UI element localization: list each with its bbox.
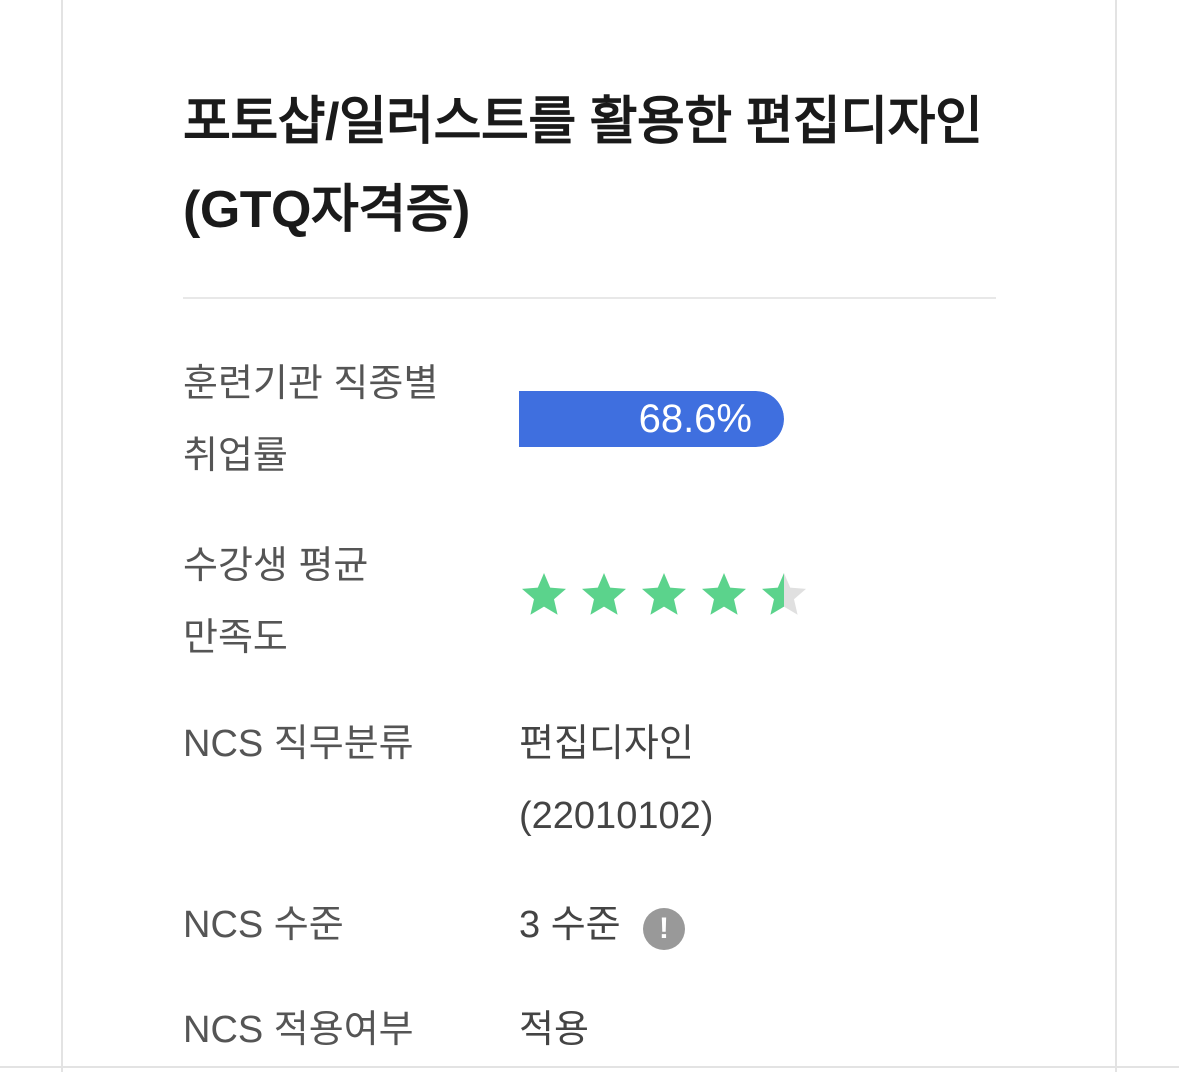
employment-rate-bar: 68.6%	[519, 391, 784, 447]
satisfaction-label: 수강생 평균 만족도	[183, 545, 369, 659]
ncs-job-label: NCS 직무분류	[183, 723, 414, 765]
frame-bottom-border	[0, 1066, 1179, 1068]
satisfaction-star-rating	[519, 570, 819, 620]
star-icon-4	[702, 573, 746, 615]
employment-rate-value: 68.6%	[638, 397, 752, 441]
star-icon-3	[642, 573, 686, 615]
employment-rate-label: 훈련기관 직종별 취업률	[183, 363, 439, 477]
ncs-applied-value: 적용	[519, 1009, 589, 1051]
course-title: 포토샵/일러스트를 활용한 편집디자인(GTQ자격증)	[183, 93, 983, 239]
frame-left-border	[61, 0, 63, 1072]
star-icon-1	[522, 573, 566, 615]
ncs-level-label: NCS 수준	[183, 904, 344, 946]
frame-right-border	[1115, 0, 1117, 1072]
ncs-job-value: 편집디자인 (22010102)	[519, 723, 714, 837]
title-divider	[183, 297, 996, 299]
ncs-applied-label: NCS 적용여부	[183, 1009, 414, 1051]
star-icon-2	[582, 573, 626, 615]
ncs-level-value: 3 수준	[519, 904, 621, 946]
exclamation-info-icon[interactable]: !	[643, 908, 685, 950]
star-icon-5	[762, 573, 806, 615]
